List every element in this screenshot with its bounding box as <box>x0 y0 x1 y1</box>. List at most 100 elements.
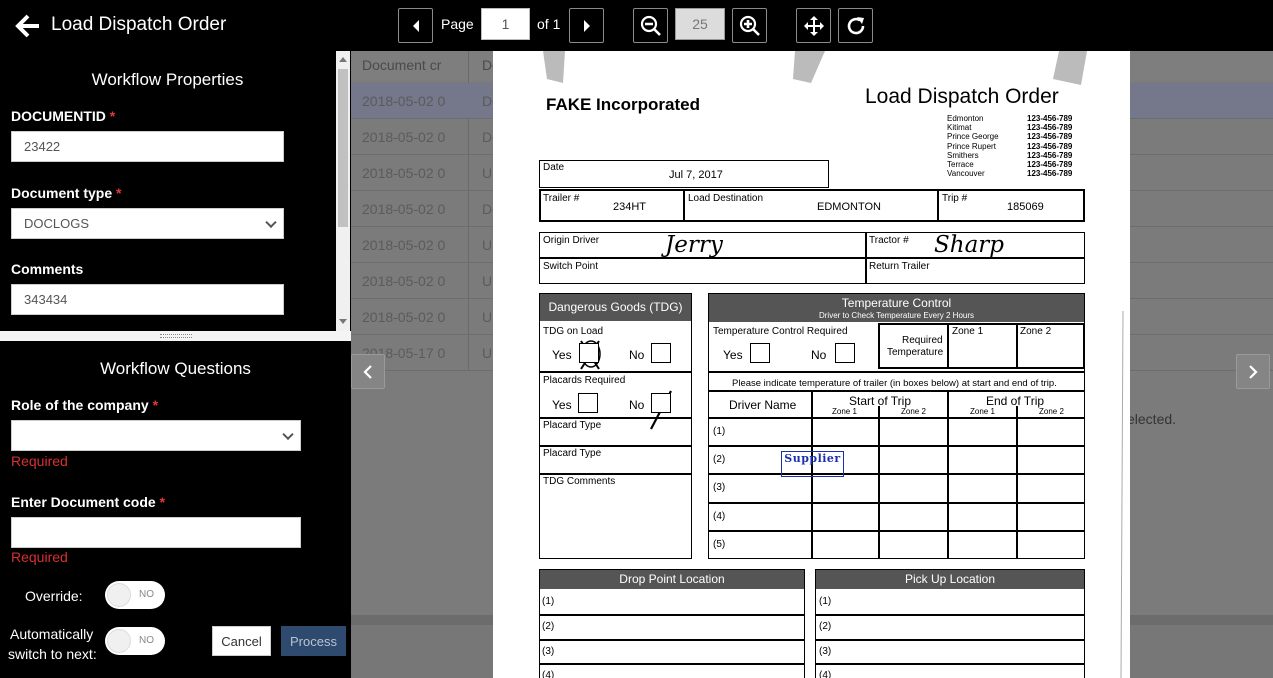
tdg-yes-label: Yes <box>552 348 572 362</box>
next-page-button[interactable] <box>569 8 604 43</box>
required-asterisk: * <box>152 397 159 413</box>
divider <box>708 445 1085 447</box>
selection-status-text: elected. <box>1127 411 1177 427</box>
document-type-label-text: Document type <box>11 185 113 201</box>
zoom-out-button[interactable] <box>633 8 668 43</box>
driver-row-2: (2) <box>713 454 726 465</box>
scrollbar-thumb[interactable] <box>338 69 348 227</box>
temperature-control-header: Temperature Control Driver to Check Temp… <box>709 294 1084 322</box>
zoom-in-icon <box>739 15 760 36</box>
zone2-label: Zone 2 <box>1020 326 1052 337</box>
auto-switch-toggle[interactable]: NO <box>105 627 165 655</box>
zone1-label: Zone 1 <box>952 326 984 337</box>
load-destination-value: EDMONTON <box>817 201 881 213</box>
pan-button[interactable] <box>796 8 831 43</box>
placards-no-checkbox <box>651 393 671 413</box>
end-zone1-header: Zone 1 <box>970 407 995 416</box>
page-number-input[interactable]: 1 <box>481 8 530 40</box>
tc-yes-label: Yes <box>723 348 743 362</box>
drop-row-2: (2) <box>542 621 555 632</box>
divider <box>815 614 1085 616</box>
placards-required-label: Placards Required <box>543 375 626 386</box>
location-phone: 123-456-789 <box>1027 169 1073 179</box>
override-toggle[interactable]: NO <box>105 581 165 609</box>
location-row: Prince George 123-456-789 <box>947 132 1087 141</box>
toggle-knob <box>107 583 131 607</box>
switch-point-label: Switch Point <box>543 261 599 272</box>
row-date: 2018-05-02 0 <box>362 273 446 289</box>
grid-header-created[interactable]: Document cr <box>362 57 441 73</box>
trip-label: Trip # <box>942 193 968 204</box>
page-label: Page <box>441 16 474 32</box>
zoom-level-input[interactable]: 25 <box>675 8 725 40</box>
row-date: 2018-05-02 0 <box>362 165 446 181</box>
zoom-in-button[interactable] <box>732 8 767 43</box>
divider <box>539 445 692 447</box>
workflow-properties-section: Workflow Properties DOCUMENTID * 23422 D… <box>0 51 335 331</box>
trailer-label: Trailer # <box>543 193 580 204</box>
location-phone: 123-456-789 <box>1027 159 1073 169</box>
panel-splitter[interactable] <box>0 331 351 341</box>
role-label-text: Role of the company <box>11 397 149 413</box>
divider <box>708 390 1085 392</box>
divider <box>708 371 1085 373</box>
previous-page-button[interactable] <box>398 8 433 43</box>
drop-row-3: (3) <box>542 646 555 657</box>
required-temp-line2: Temperature <box>887 347 944 358</box>
start-of-trip-header: Start of Trip <box>849 394 912 408</box>
divider <box>708 530 1085 532</box>
left-panel: Workflow Properties DOCUMENTID * 23422 D… <box>0 51 351 678</box>
divider <box>539 417 692 419</box>
pick-row-3: (3) <box>819 646 832 657</box>
divider <box>1016 406 1018 559</box>
role-select[interactable] <box>11 420 301 451</box>
override-label: Override: <box>25 588 83 604</box>
chevron-left-icon <box>363 364 372 379</box>
placards-yes-checkbox <box>578 393 598 413</box>
divider <box>539 614 805 616</box>
next-document-button[interactable] <box>1236 354 1270 389</box>
divider <box>539 371 692 373</box>
divider <box>539 639 805 641</box>
auto-switch-label: Automatically switch to next: <box>8 624 97 664</box>
scroll-down-icon[interactable] <box>339 319 347 324</box>
divider <box>1016 323 1018 369</box>
tractor-label: Tractor # <box>869 235 909 246</box>
trailer-value: 234HT <box>613 201 647 213</box>
row-date: 2018-05-02 0 <box>362 237 446 253</box>
chevron-down-icon <box>282 428 294 440</box>
location-city: Terrace <box>947 159 974 169</box>
binder-hole-icon <box>543 51 565 83</box>
properties-scrollbar[interactable] <box>336 51 350 331</box>
company-name: FAKE Incorporated <box>546 95 700 114</box>
tdg-on-load-label: TDG on Load <box>543 326 604 337</box>
documentid-field[interactable]: 23422 <box>11 131 284 162</box>
divider <box>539 663 805 665</box>
placard-type-label-2: Placard Type <box>543 448 602 459</box>
start-zone2-header: Zone 2 <box>901 407 926 416</box>
rotate-button[interactable] <box>838 8 873 43</box>
previous-document-button[interactable] <box>351 354 385 389</box>
back-arrow-icon[interactable] <box>14 12 42 40</box>
location-phone: 123-456-789 <box>1027 114 1073 123</box>
tdg-no-checkbox <box>651 343 671 363</box>
tractor-value: Sharp <box>934 232 1004 258</box>
document-type-select[interactable]: DOCLOGS <box>11 208 284 239</box>
driver-row-3: (3) <box>713 482 726 493</box>
location-phone: 123-456-789 <box>1027 150 1073 160</box>
binder-hole-icon <box>1053 51 1087 85</box>
cancel-button[interactable]: Cancel <box>212 626 271 656</box>
chevron-down-icon <box>265 216 277 228</box>
splitter-grip-icon[interactable] <box>160 334 192 338</box>
comments-field[interactable]: 343434 <box>11 284 284 315</box>
location-city: Edmonton <box>947 114 984 123</box>
origin-driver-value: Jerry <box>665 232 723 258</box>
toggle-knob <box>107 629 131 653</box>
process-button[interactable]: Process <box>281 626 346 656</box>
scroll-up-icon[interactable] <box>339 57 347 62</box>
document-code-input[interactable] <box>11 517 301 548</box>
workflow-questions-title: Workflow Questions <box>100 359 251 378</box>
location-city: Prince George <box>947 132 999 142</box>
documentid-value: 23422 <box>24 139 61 154</box>
driver-row-1: (1) <box>713 426 726 437</box>
